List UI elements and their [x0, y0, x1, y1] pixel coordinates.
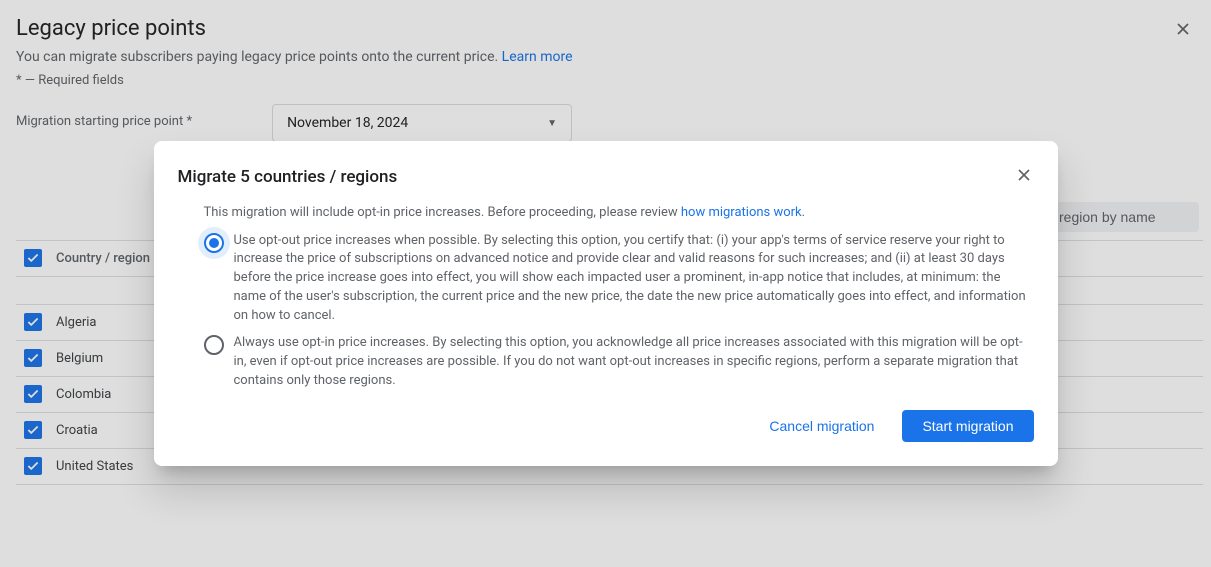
opt-in-text: Always use opt-in price increases. By se…: [234, 334, 1034, 391]
opt-out-radio[interactable]: [204, 233, 224, 253]
opt-out-text: Use opt-out price increases when possibl…: [234, 232, 1034, 326]
migrate-dialog: Migrate 5 countries / regions This migra…: [154, 141, 1058, 467]
how-migrations-work-link[interactable]: how migrations work: [681, 205, 802, 220]
cancel-button[interactable]: Cancel migration: [749, 410, 894, 442]
start-button[interactable]: Start migration: [902, 410, 1033, 442]
modal-overlay: Migrate 5 countries / regions This migra…: [0, 0, 1211, 567]
opt-in-radio[interactable]: [204, 335, 224, 355]
dialog-close-icon[interactable]: [1014, 165, 1034, 189]
dialog-intro: This migration will include opt-in price…: [178, 205, 1034, 220]
dialog-title: Migrate 5 countries / regions: [178, 167, 398, 187]
